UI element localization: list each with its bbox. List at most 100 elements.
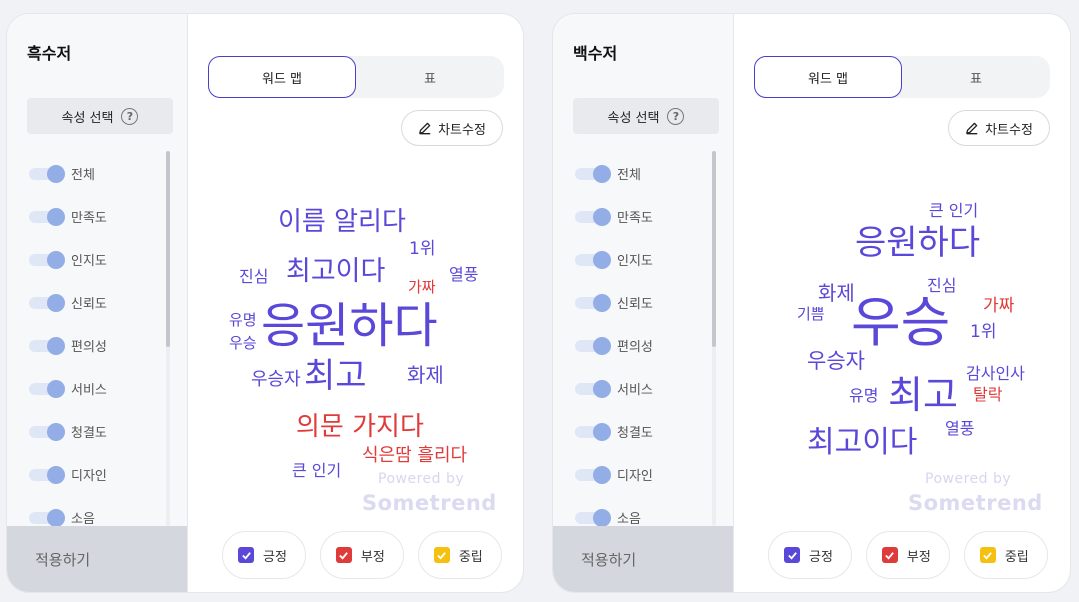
legend-negative[interactable]: 부정: [865, 531, 950, 579]
scrollbar[interactable]: [712, 151, 716, 526]
word[interactable]: 우승자: [251, 371, 301, 389]
toggle-switch[interactable]: [575, 422, 611, 441]
toggle-switch[interactable]: [575, 250, 611, 269]
word[interactable]: 1위: [970, 324, 996, 341]
word[interactable]: 탈락: [973, 387, 1002, 403]
word[interactable]: 우승: [851, 296, 950, 350]
attribute-item-convenience[interactable]: 편의성: [575, 324, 715, 367]
word-cloud: 이름 알리다 1위 진심 최고이다 열풍 가짜 유명 우승 응원하다 우승자 최…: [187, 14, 523, 592]
word[interactable]: 큰 인기: [292, 463, 341, 479]
toggle-knob: [593, 336, 611, 355]
toggle-knob: [47, 250, 65, 269]
toggle-switch[interactable]: [575, 164, 611, 183]
word[interactable]: 최고이다: [286, 258, 385, 285]
toggle-knob: [593, 164, 611, 183]
attribute-item-all[interactable]: 전체: [29, 152, 169, 195]
toggle-switch[interactable]: [29, 164, 65, 183]
word[interactable]: 의문 가지다: [296, 414, 424, 440]
toggle-switch[interactable]: [575, 336, 611, 355]
toggle-switch[interactable]: [575, 293, 611, 312]
attribute-item-trust[interactable]: 신뢰도: [575, 281, 715, 324]
scrollbar-thumb[interactable]: [166, 151, 170, 347]
toggle-switch[interactable]: [575, 379, 611, 398]
sidebar: 백수저 속성 선택 ? 전체 만족도 인지도 신뢰도 편의성 서비스 청결도 디…: [553, 14, 734, 592]
attribute-label: 전체: [71, 168, 95, 183]
word[interactable]: 우승자: [807, 351, 865, 372]
word[interactable]: 최고이다: [807, 428, 917, 458]
toggle-switch[interactable]: [29, 207, 65, 226]
toggle-switch[interactable]: [29, 508, 65, 527]
word[interactable]: 화제: [818, 283, 855, 303]
toggle-switch[interactable]: [29, 250, 65, 269]
word[interactable]: 우승: [229, 336, 257, 351]
word[interactable]: 열풍: [449, 267, 478, 283]
word[interactable]: 감사인사: [966, 366, 1025, 382]
apply-button[interactable]: 적용하기: [7, 526, 187, 592]
word[interactable]: 식은땀 흘리다: [362, 447, 467, 465]
scrollbar-thumb[interactable]: [712, 151, 716, 347]
word[interactable]: 기쁨: [797, 307, 825, 322]
word[interactable]: 유명: [229, 313, 257, 328]
word[interactable]: 가짜: [983, 298, 1014, 315]
attribute-item-convenience[interactable]: 편의성: [29, 324, 169, 367]
toggle-switch[interactable]: [575, 465, 611, 484]
word[interactable]: 열풍: [945, 421, 974, 437]
toggle-switch[interactable]: [29, 293, 65, 312]
word[interactable]: 이름 알리다: [278, 209, 406, 235]
toggle-switch[interactable]: [29, 379, 65, 398]
toggle-switch[interactable]: [575, 508, 611, 527]
word[interactable]: 1위: [409, 241, 435, 258]
toggle-knob: [47, 336, 65, 355]
legend-label: 긍정: [263, 549, 287, 565]
chart-area: 워드 맵 표 차트수정 이름 알리다 1위 진심 최고이다 열풍 가짜 유명 우…: [187, 14, 523, 592]
help-icon[interactable]: ?: [667, 107, 685, 125]
toggle-knob: [47, 293, 65, 312]
word[interactable]: 큰 인기: [929, 203, 978, 219]
panel-title: 백수저: [573, 44, 618, 63]
toggle-switch[interactable]: [29, 336, 65, 355]
attribute-item-design[interactable]: 디자인: [575, 453, 715, 496]
legend-positive[interactable]: 긍정: [222, 531, 306, 579]
word[interactable]: 진심: [239, 269, 268, 285]
attribute-item-satisfaction[interactable]: 만족도: [29, 195, 169, 238]
word[interactable]: 응원하다: [855, 226, 980, 260]
attribute-item-cleanliness[interactable]: 청결도: [29, 410, 169, 453]
checkbox-checked-icon: [784, 547, 800, 563]
toggle-knob: [593, 465, 611, 484]
word[interactable]: 응원하다: [261, 302, 438, 350]
checkbox-checked-icon: [881, 547, 898, 563]
attribute-label: 디자인: [617, 469, 653, 484]
toggle-switch[interactable]: [29, 465, 65, 484]
attribute-item-satisfaction[interactable]: 만족도: [575, 195, 715, 238]
attribute-item-cleanliness[interactable]: 청결도: [575, 410, 715, 453]
attribute-item-design[interactable]: 디자인: [29, 453, 169, 496]
word[interactable]: 최고: [888, 376, 958, 414]
word[interactable]: 최고: [304, 359, 367, 393]
legend-positive[interactable]: 긍정: [768, 531, 852, 579]
attribute-label: 서비스: [617, 383, 653, 398]
attribute-label: 디자인: [71, 469, 107, 484]
attribute-item-service[interactable]: 서비스: [29, 367, 169, 410]
toggle-switch[interactable]: [575, 207, 611, 226]
legend-neutral[interactable]: 중립: [963, 531, 1048, 579]
attribute-item-trust[interactable]: 신뢰도: [29, 281, 169, 324]
apply-button[interactable]: 적용하기: [553, 526, 733, 592]
attribute-label: 소음: [71, 512, 95, 527]
legend-neutral[interactable]: 중립: [417, 531, 502, 579]
scrollbar[interactable]: [166, 151, 170, 526]
attribute-item-awareness[interactable]: 인지도: [575, 238, 715, 281]
toggle-switch[interactable]: [29, 422, 65, 441]
toggle-knob: [593, 207, 611, 226]
attribute-item-service[interactable]: 서비스: [575, 367, 715, 410]
help-icon[interactable]: ?: [121, 107, 139, 125]
attribute-item-all[interactable]: 전체: [575, 152, 715, 195]
attribute-label: 인지도: [71, 254, 107, 269]
legend-negative[interactable]: 부정: [319, 531, 404, 579]
word[interactable]: 가짜: [408, 280, 436, 295]
word[interactable]: 화제: [407, 365, 444, 385]
panel-heuksujeo: 흑수저 속성 선택 ? 전체 만족도 인지도 신뢰도 편의성 서비스 청결도 디…: [7, 14, 523, 592]
word[interactable]: 유명: [849, 388, 878, 404]
attribute-item-awareness[interactable]: 인지도: [29, 238, 169, 281]
toggle-knob: [47, 164, 65, 183]
sometrend-logo: Sometrend: [908, 491, 1043, 515]
